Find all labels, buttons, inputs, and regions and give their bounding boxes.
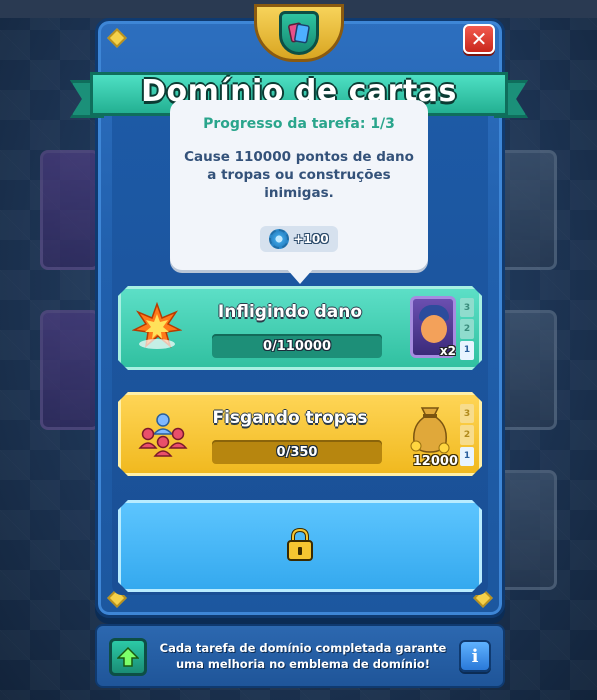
task-card-damage[interactable]: Infligindo dano 0/110000 x2 3 2 1 xyxy=(118,286,482,370)
tier-label: 3 xyxy=(460,404,474,423)
tier-label: 2 xyxy=(460,319,474,338)
task-card-fishing[interactable]: Fisgando tropas 0/350 12000 3 2 1 xyxy=(118,392,482,476)
background-card xyxy=(497,150,557,270)
gold-bag-icon xyxy=(408,402,452,454)
tooltip-progress-header: Progresso da tarefa: 1/3 xyxy=(203,116,395,132)
explosion-icon xyxy=(132,302,182,352)
tooltip-reward-value: +100 xyxy=(293,232,329,246)
footer-text: Cada tarefa de domínio completada garant… xyxy=(159,641,447,671)
background-card xyxy=(40,150,100,270)
tooltip-reward: +100 xyxy=(260,226,338,252)
background-card xyxy=(497,310,557,430)
task-name: Fisgando tropas xyxy=(212,408,368,428)
footer-info-bar: Cada tarefa de domínio completada garant… xyxy=(95,624,505,688)
tier-label: 2 xyxy=(460,425,474,444)
task-tier-indicator: 3 2 1 xyxy=(460,298,474,360)
tier-label-active: 1 xyxy=(460,341,474,360)
close-button[interactable]: ✕ xyxy=(463,24,495,54)
task-tier-indicator: 3 2 1 xyxy=(460,404,474,466)
tooltip-description: Cause 110000 pontos de dano a tropas ou … xyxy=(184,149,414,201)
task-progress-bar: 0/110000 xyxy=(212,334,382,358)
gear-icon xyxy=(269,229,290,249)
task-name: Infligindo dano xyxy=(217,302,363,322)
background-card xyxy=(497,470,557,590)
tier-label: 3 xyxy=(460,298,474,317)
gold-reward-amount: 12000 xyxy=(412,454,458,469)
task-tooltip: Progresso da tarefa: 1/3 Cause 110000 po… xyxy=(170,100,428,284)
task-progress-bar: 0/350 xyxy=(212,440,382,464)
background-card xyxy=(40,310,100,430)
card-reward-badge: x2 xyxy=(439,344,456,358)
card-stack-icon xyxy=(279,11,319,55)
arrow-up-icon xyxy=(109,638,147,676)
lock-icon xyxy=(286,528,314,562)
corner-gem-icon xyxy=(107,28,127,48)
tier-label-active: 1 xyxy=(460,447,474,466)
info-button[interactable]: i xyxy=(459,640,491,672)
task-card-locked[interactable] xyxy=(118,500,482,592)
